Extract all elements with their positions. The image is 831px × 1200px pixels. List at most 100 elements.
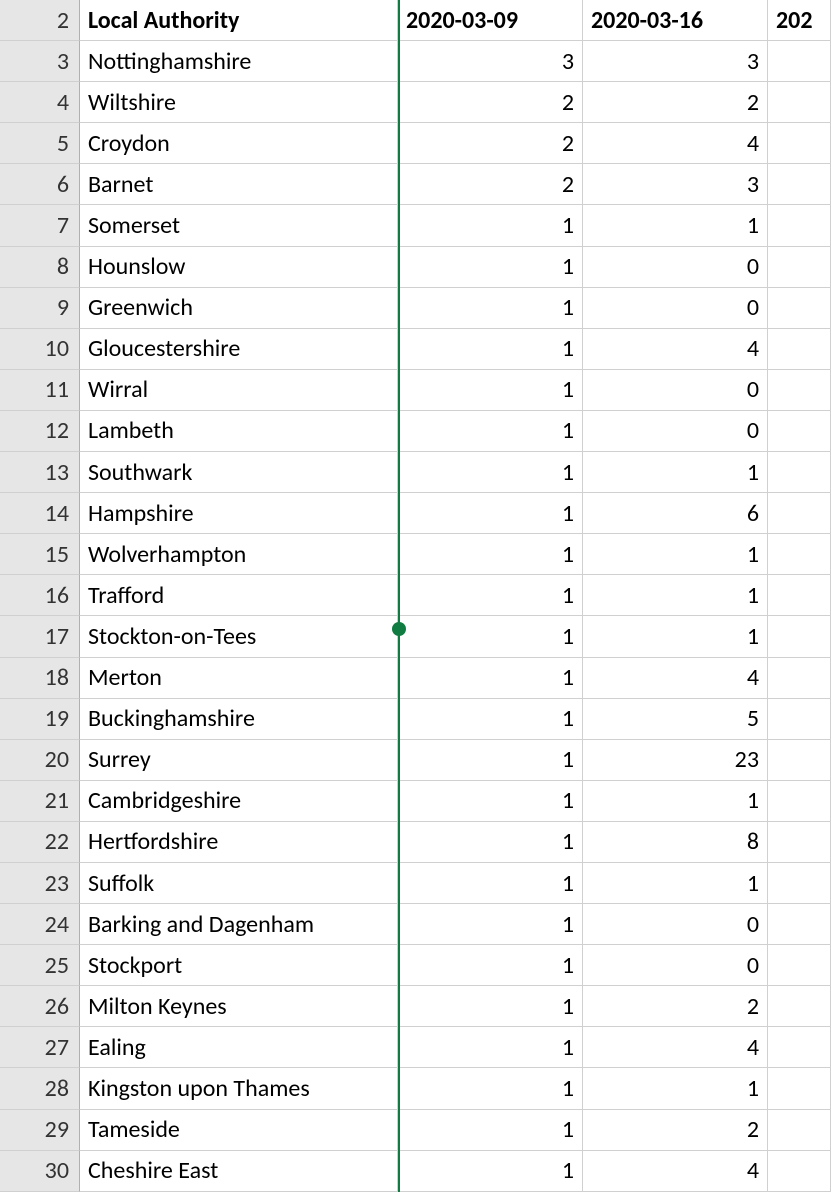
cell-value-date-1[interactable]: 1 xyxy=(398,904,583,945)
cell-value-date-2[interactable]: 23 xyxy=(583,740,768,781)
cell-value-date-1[interactable]: 3 xyxy=(398,41,583,82)
cell-value-date-1[interactable]: 1 xyxy=(398,699,583,740)
cell-value-date-3[interactable] xyxy=(768,575,831,616)
cell-value-date-1[interactable]: 1 xyxy=(398,1110,583,1151)
row-number[interactable]: 22 xyxy=(0,822,80,863)
cell-local-authority[interactable]: Lambeth xyxy=(80,411,398,452)
cell-local-authority[interactable]: Southwark xyxy=(80,452,398,493)
cell-value-date-3[interactable] xyxy=(768,1027,831,1068)
cell-value-date-3[interactable] xyxy=(768,493,831,534)
cell-value-date-3[interactable] xyxy=(768,82,831,123)
cell-value-date-1[interactable]: 1 xyxy=(398,288,583,329)
cell-local-authority[interactable]: Wolverhampton xyxy=(80,534,398,575)
cell-value-date-1[interactable]: 1 xyxy=(398,247,583,288)
cell-value-date-2[interactable]: 1 xyxy=(583,534,768,575)
cell-value-date-3[interactable] xyxy=(768,863,831,904)
cell-local-authority[interactable]: Barking and Dagenham xyxy=(80,904,398,945)
cell-value-date-2[interactable]: 0 xyxy=(583,288,768,329)
cell-value-date-2[interactable]: 2 xyxy=(583,82,768,123)
cell-local-authority[interactable]: Ealing xyxy=(80,1027,398,1068)
cell-local-authority[interactable]: Buckinghamshire xyxy=(80,699,398,740)
cell-value-date-1[interactable]: 1 xyxy=(398,329,583,370)
row-number[interactable]: 15 xyxy=(0,534,80,575)
row-number[interactable]: 6 xyxy=(0,164,80,205)
cell-value-date-1[interactable]: 1 xyxy=(398,1068,583,1109)
row-number[interactable]: 23 xyxy=(0,863,80,904)
cell-value-date-3[interactable] xyxy=(768,370,831,411)
spreadsheet-grid[interactable]: 2Local Authority2020-03-092020-03-162023… xyxy=(0,0,831,1192)
cell-value-date-1[interactable]: 1 xyxy=(398,205,583,246)
cell-value-date-1[interactable]: 1 xyxy=(398,658,583,699)
cell-value-date-1[interactable]: 2 xyxy=(398,123,583,164)
cell-local-authority[interactable]: Gloucestershire xyxy=(80,329,398,370)
cell-local-authority[interactable]: Merton xyxy=(80,658,398,699)
cell-value-date-2[interactable]: 8 xyxy=(583,822,768,863)
cell-value-date-3[interactable] xyxy=(768,781,831,822)
row-number[interactable]: 3 xyxy=(0,41,80,82)
cell-value-date-3[interactable] xyxy=(768,616,831,657)
cell-value-date-3[interactable] xyxy=(768,945,831,986)
cell-value-date-3[interactable] xyxy=(768,1151,831,1192)
cell-value-date-2[interactable]: 0 xyxy=(583,247,768,288)
cell-value-date-3[interactable] xyxy=(768,534,831,575)
cell-value-date-1[interactable]: 1 xyxy=(398,370,583,411)
cell-value-date-2[interactable]: 1 xyxy=(583,863,768,904)
row-number[interactable]: 17 xyxy=(0,616,80,657)
cell-value-date-1[interactable]: 1 xyxy=(398,1027,583,1068)
row-number[interactable]: 14 xyxy=(0,493,80,534)
cell-local-authority[interactable]: Hertfordshire xyxy=(80,822,398,863)
row-number[interactable]: 4 xyxy=(0,82,80,123)
row-number[interactable]: 13 xyxy=(0,452,80,493)
cell-local-authority[interactable]: Kingston upon Thames xyxy=(80,1068,398,1109)
cell-value-date-2[interactable]: 6 xyxy=(583,493,768,534)
cell-local-authority[interactable]: Cambridgeshire xyxy=(80,781,398,822)
row-number[interactable]: 5 xyxy=(0,123,80,164)
row-number[interactable]: 2 xyxy=(0,0,80,41)
cell-value-date-2[interactable]: 1 xyxy=(583,616,768,657)
cell-value-date-2[interactable]: 0 xyxy=(583,411,768,452)
cell-value-date-1[interactable]: 2 xyxy=(398,164,583,205)
cell-value-date-3[interactable] xyxy=(768,658,831,699)
row-number[interactable]: 26 xyxy=(0,986,80,1027)
cell-local-authority[interactable]: Tameside xyxy=(80,1110,398,1151)
cell-value-date-2[interactable]: 1 xyxy=(583,1068,768,1109)
cell-value-date-3[interactable] xyxy=(768,164,831,205)
row-number[interactable]: 27 xyxy=(0,1027,80,1068)
cell-value-date-1[interactable]: 1 xyxy=(398,740,583,781)
cell-value-date-2[interactable]: 4 xyxy=(583,329,768,370)
cell-value-date-3[interactable] xyxy=(768,123,831,164)
cell-value-date-2[interactable]: 4 xyxy=(583,123,768,164)
cell-value-date-1[interactable]: 1 xyxy=(398,945,583,986)
cell-value-date-3[interactable] xyxy=(768,1110,831,1151)
row-number[interactable]: 25 xyxy=(0,945,80,986)
cell-value-date-2[interactable]: 3 xyxy=(583,164,768,205)
cell-value-date-1[interactable]: 2 xyxy=(398,82,583,123)
cell-value-date-2[interactable]: 4 xyxy=(583,1151,768,1192)
cell-value-date-1[interactable]: 1 xyxy=(398,411,583,452)
cell-value-date-3[interactable] xyxy=(768,411,831,452)
row-number[interactable]: 18 xyxy=(0,658,80,699)
cell-value-date-2[interactable]: 1 xyxy=(583,575,768,616)
cell-value-date-2[interactable]: 3 xyxy=(583,41,768,82)
cell-local-authority[interactable]: Stockton-on-Tees xyxy=(80,616,398,657)
row-number[interactable]: 9 xyxy=(0,288,80,329)
cell-local-authority[interactable]: Cheshire East xyxy=(80,1151,398,1192)
column-header-date-2[interactable]: 2020-03-16 xyxy=(583,0,768,41)
cell-value-date-3[interactable] xyxy=(768,699,831,740)
cell-value-date-2[interactable]: 0 xyxy=(583,904,768,945)
row-number[interactable]: 16 xyxy=(0,575,80,616)
cell-value-date-2[interactable]: 5 xyxy=(583,699,768,740)
cell-value-date-1[interactable]: 1 xyxy=(398,534,583,575)
cell-value-date-3[interactable] xyxy=(768,740,831,781)
cell-value-date-3[interactable] xyxy=(768,329,831,370)
cell-value-date-2[interactable]: 1 xyxy=(583,205,768,246)
cell-value-date-1[interactable]: 1 xyxy=(398,575,583,616)
row-number[interactable]: 10 xyxy=(0,329,80,370)
freeze-pane-handle[interactable] xyxy=(392,622,406,636)
cell-local-authority[interactable]: Greenwich xyxy=(80,288,398,329)
cell-local-authority[interactable]: Stockport xyxy=(80,945,398,986)
cell-value-date-1[interactable]: 1 xyxy=(398,493,583,534)
cell-local-authority[interactable]: Trafford xyxy=(80,575,398,616)
cell-local-authority[interactable]: Milton Keynes xyxy=(80,986,398,1027)
cell-value-date-1[interactable]: 1 xyxy=(398,822,583,863)
